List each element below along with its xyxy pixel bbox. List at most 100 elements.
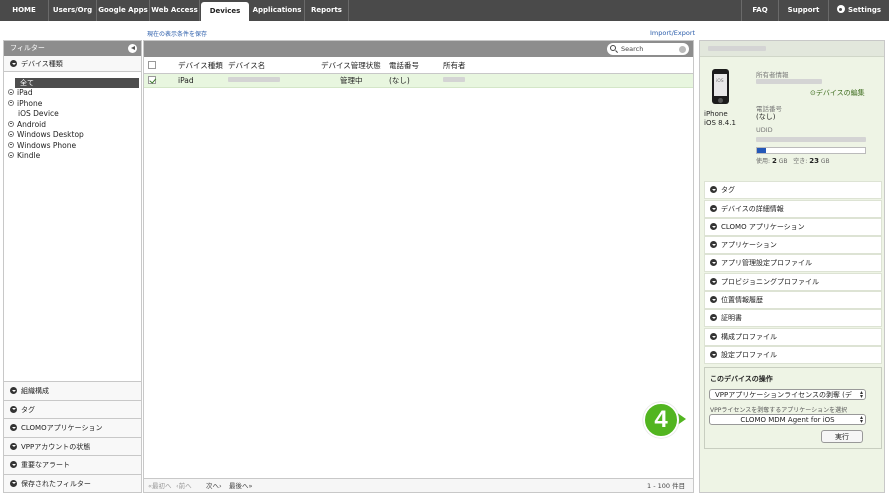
section-important-alert[interactable]: 重要なアラート — [4, 455, 141, 474]
detail-section-tag[interactable]: タグ — [704, 181, 882, 199]
chevron-down-icon — [710, 205, 717, 212]
detail-section-applications[interactable]: アプリケーション — [704, 236, 882, 254]
save-filter-link[interactable]: 現在の表示条件を保存 — [147, 29, 207, 38]
search-placeholder: Search — [621, 45, 644, 53]
import-export-link[interactable]: Import/Export — [650, 29, 695, 37]
expand-icon[interactable] — [8, 131, 14, 137]
chevron-down-icon — [710, 333, 717, 340]
collapse-left-icon[interactable] — [128, 44, 137, 53]
pager-next[interactable]: 次へ› — [206, 479, 222, 493]
tree-item-ipad[interactable]: iPad — [4, 88, 141, 99]
redacted-value — [756, 137, 866, 142]
phone-value: (なし) — [756, 113, 776, 121]
column-management-status[interactable]: デバイス管理状態 — [321, 57, 381, 74]
tree-item-label: Android — [17, 119, 46, 129]
pager-prev[interactable]: ‹前へ — [176, 479, 192, 493]
clear-icon[interactable] — [679, 45, 686, 53]
expand-icon[interactable] — [8, 152, 14, 158]
chevron-down-icon — [10, 424, 17, 431]
nav-support[interactable]: Support — [779, 0, 829, 21]
detail-section-settings-profile[interactable]: 設定プロファイル — [704, 346, 882, 364]
expand-icon[interactable] — [8, 120, 14, 127]
edit-device-label: デバイスの編集 — [815, 89, 865, 97]
storage-used-label: 使用: — [756, 158, 771, 165]
column-phone-number[interactable]: 電話番号 — [389, 57, 419, 74]
detail-section-label: プロビジョニングプロファイル — [721, 278, 819, 286]
nav-applications[interactable]: Applications — [250, 0, 305, 21]
chevron-down-icon — [710, 296, 717, 303]
tree-item-kindle[interactable]: Kindle — [4, 151, 141, 162]
cell-owner — [443, 74, 465, 88]
expand-icon[interactable] — [8, 89, 14, 95]
redacted-value — [756, 79, 822, 84]
pager-last[interactable]: 最後へ» — [229, 479, 252, 493]
pager-first[interactable]: «最初へ — [148, 479, 171, 493]
detail-section-config-profile[interactable]: 構成プロファイル — [704, 328, 882, 346]
nav-home[interactable]: HOME — [0, 0, 49, 21]
nav-users-org[interactable]: Users/Org — [49, 0, 97, 21]
tree-item-android[interactable]: Android — [4, 120, 141, 131]
column-device-type[interactable]: デバイス種類 — [178, 57, 223, 74]
app-select[interactable]: CLOMO MDM Agent for iOS ▴ ▾ — [709, 414, 866, 425]
nav-web-access[interactable]: Web Access — [150, 0, 200, 21]
chevron-down-icon — [10, 405, 17, 413]
section-tag[interactable]: タグ — [4, 399, 141, 418]
detail-section-label: アプリケーション — [721, 241, 777, 249]
detail-section-label: 証明書 — [721, 314, 742, 322]
nav-settings[interactable]: Settings — [829, 0, 889, 21]
pagination: «最初へ ‹前へ 次へ› 最後へ» 1 - 100 件目 — [144, 478, 693, 492]
chevron-down-icon — [710, 186, 717, 193]
tree-item-windows-phone[interactable]: Windows Phone — [4, 141, 141, 152]
tree-item-iphone[interactable]: iPhone — [4, 99, 141, 110]
search-input[interactable]: Search — [607, 43, 689, 55]
column-device-name[interactable]: デバイス名 — [228, 57, 265, 74]
table-row[interactable]: iPad 管理中 (なし) — [144, 74, 693, 88]
section-label: CLOMOアプリケーション — [21, 424, 103, 432]
section-saved-filter[interactable]: 保存されたフィルター — [4, 473, 141, 492]
chevron-down-icon — [710, 223, 717, 230]
filter-sidebar: フィルター デバイス種類 全て iPad iPhone iOS Device A… — [3, 40, 142, 493]
action-select[interactable]: VPPアプリケーションライセンスの剥奪 (デ ▴ ▾ — [709, 389, 866, 400]
storage-text: 使用: 2 GB 空き: 23 GB — [756, 156, 830, 165]
column-owner[interactable]: 所有者 — [443, 57, 466, 74]
device-model: iPhone iOS 8.4.1 — [704, 110, 736, 128]
nav-reports[interactable]: Reports — [305, 0, 349, 21]
detail-section-label: CLOMO アプリケーション — [721, 223, 805, 231]
storage-unit: GB — [778, 158, 788, 165]
execute-button[interactable]: 実行 — [821, 430, 863, 443]
detail-section-location[interactable]: 位置情報履歴 — [704, 291, 882, 309]
nav-google-apps[interactable]: Google Apps — [97, 0, 150, 21]
tree-item-all[interactable]: 全て — [15, 78, 139, 88]
nav-faq[interactable]: FAQ — [741, 0, 779, 21]
device-type-section[interactable]: デバイス種類 — [4, 56, 141, 72]
section-organization[interactable]: 組織構成 — [4, 381, 141, 400]
chevron-down-icon — [10, 387, 17, 394]
app-select-value: CLOMO MDM Agent for iOS — [740, 416, 835, 424]
select-all-checkbox[interactable] — [148, 61, 156, 69]
section-label: タグ — [21, 405, 35, 414]
operations-title: このデバイスの操作 — [710, 375, 773, 383]
owner-label: 所有者情報 — [756, 71, 789, 79]
row-checkbox[interactable] — [148, 76, 156, 84]
section-clomo-app[interactable]: CLOMOアプリケーション — [4, 418, 141, 437]
detail-section-app-config[interactable]: アプリ管理設定プロファイル — [704, 254, 882, 272]
storage-fill — [757, 148, 766, 153]
chevron-down-icon — [10, 442, 17, 450]
tree-item-ios-device[interactable]: iOS Device — [4, 109, 141, 120]
detail-section-certificates[interactable]: 証明書 — [704, 309, 882, 327]
section-vpp-account[interactable]: VPPアカウントの状態 — [4, 436, 141, 455]
top-navigation: HOME Users/Org Google Apps Web Access De… — [0, 0, 889, 21]
nav-devices[interactable]: Devices — [201, 2, 249, 21]
storage-free-label: 空き: — [793, 158, 808, 165]
expand-icon[interactable] — [8, 141, 14, 148]
edit-device-link[interactable]: ⊙デバイスの編集 — [810, 88, 865, 98]
phone-device-icon — [712, 69, 729, 104]
expand-icon[interactable] — [8, 99, 14, 106]
device-detail-panel: iOS iPhone iOS 8.4.1 所有者情報 ⊙デバイスの編集 電話番号… — [699, 40, 885, 493]
filter-title: フィルター — [10, 44, 45, 52]
redacted-value — [443, 77, 465, 82]
detail-section-provisioning[interactable]: プロビジョニングプロファイル — [704, 273, 882, 291]
detail-section-device-info[interactable]: デバイスの詳細情報 — [704, 200, 882, 218]
detail-section-clomo-app[interactable]: CLOMO アプリケーション — [704, 218, 882, 236]
tree-item-windows-desktop[interactable]: Windows Desktop — [4, 130, 141, 141]
